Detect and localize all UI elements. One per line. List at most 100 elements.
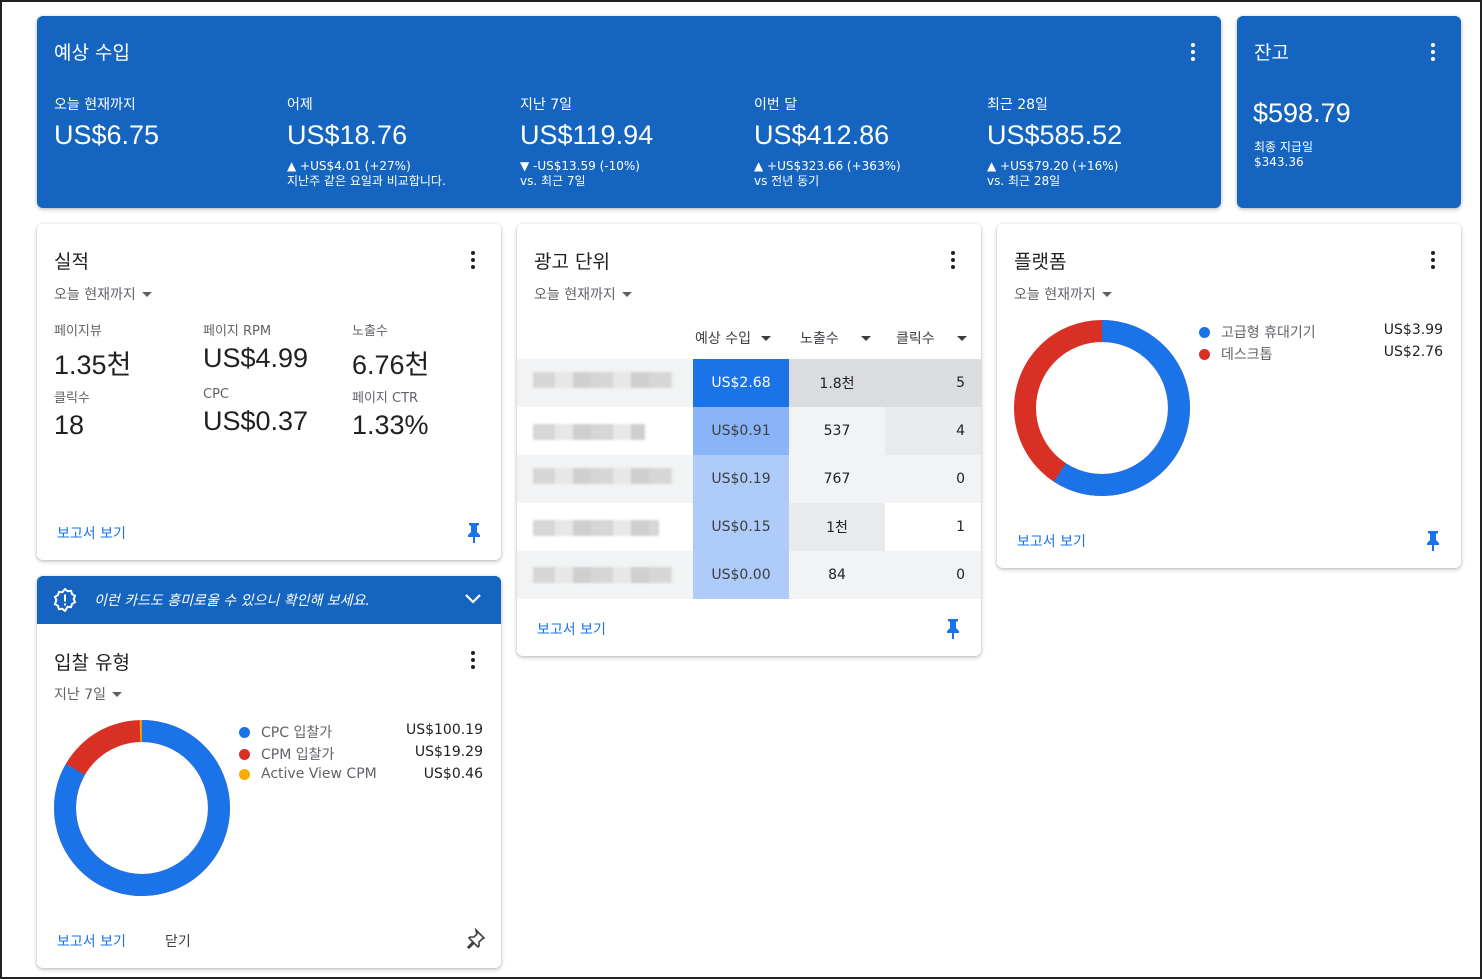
- metric-impressions: 노출수 6.76천: [352, 320, 501, 382]
- metric-label: 노출수: [352, 324, 388, 339]
- bid-type-title: 입찰 유형: [54, 652, 130, 674]
- column-header-label: 예상 수입: [695, 331, 751, 347]
- metric-page-ctr: 페이지 CTR 1.33%: [352, 387, 501, 441]
- earnings-cell: US$0.19: [693, 455, 789, 503]
- legend-item-high-end-mobile: 고급형 휴대기기: [1199, 322, 1316, 342]
- caret-down-icon: [1101, 291, 1112, 297]
- platform-report-link[interactable]: 보고서 보기: [1017, 531, 1086, 551]
- metric-label: 클릭수: [54, 391, 90, 406]
- metric-value: 1.33%: [352, 410, 429, 440]
- metric-value: US$4.99: [203, 343, 309, 373]
- legend-value: US$100.19: [405, 722, 483, 738]
- range-label: 오늘 현재까지: [54, 287, 136, 303]
- metric-cpc: CPC US$0.37: [203, 387, 353, 437]
- legend-dot-blue: [239, 726, 250, 738]
- legend-value: US$3.99: [1383, 322, 1443, 338]
- pin-icon[interactable]: [1425, 530, 1441, 552]
- sort-down-icon: [760, 335, 771, 341]
- ad-units-title: 광고 단위: [534, 251, 610, 273]
- legend-value: US$19.29: [414, 744, 483, 760]
- caret-down-icon: [112, 691, 122, 697]
- earnings-last-7-days: 지난 7일 US$119.94 ▼ -US$13.59 (-10%) vs. 최…: [520, 94, 750, 189]
- column-header-earnings[interactable]: 예상 수입: [695, 328, 771, 348]
- balance-more-icon[interactable]: [1423, 40, 1443, 64]
- metric-label: CPC: [203, 387, 229, 402]
- earnings-yesterday: 어제 US$18.76 ▲ +US$4.01 (+27%) 지난주 같은 요일과…: [287, 94, 517, 189]
- ad-unit-name-redacted: [533, 567, 673, 583]
- pin-outline-icon[interactable]: [464, 928, 486, 950]
- caret-down-icon: [621, 291, 632, 297]
- legend-name: CPC 입찰가: [261, 725, 333, 741]
- pin-icon[interactable]: [945, 618, 961, 640]
- earnings-label: 이번 달: [754, 97, 798, 113]
- metric-label: 페이지 CTR: [352, 391, 419, 406]
- platform-donut-chart: [1014, 320, 1190, 496]
- earnings-label: 오늘 현재까지: [54, 97, 136, 113]
- performance-title: 실적: [54, 251, 89, 273]
- earnings-value: US$585.52: [987, 120, 1123, 150]
- platform-more-icon[interactable]: [1423, 248, 1443, 272]
- earnings-label: 최근 28일: [987, 97, 1048, 113]
- last-payment-label: 최종 지급일: [1254, 140, 1314, 154]
- close-link[interactable]: 닫기: [165, 931, 191, 951]
- column-header-label: 노출수: [800, 331, 839, 347]
- earnings-delta: ▲ +US$79.20 (+16%): [987, 159, 1119, 173]
- earnings-cell: US$0.00: [693, 551, 789, 599]
- bid-type-donut-chart: [54, 720, 230, 896]
- bid-type-range-dropdown[interactable]: 지난 7일: [54, 684, 122, 704]
- metric-label: 페이지 RPM: [203, 324, 272, 339]
- earnings-today: 오늘 현재까지 US$6.75: [54, 94, 284, 151]
- ad-units-more-icon[interactable]: [943, 248, 963, 272]
- balance-card: 잔고 $598.79 최종 지급일 $343.36: [1237, 16, 1461, 208]
- clicks-cell: 4: [885, 407, 981, 455]
- earnings-more-icon[interactable]: [1183, 40, 1203, 64]
- earnings-note: 지난주 같은 요일과 비교합니다.: [287, 174, 446, 188]
- earnings-cell: US$0.91: [693, 407, 789, 455]
- ad-unit-name-redacted: [533, 520, 659, 536]
- earnings-cell: US$2.68: [693, 359, 789, 407]
- metric-value: 18: [54, 410, 85, 440]
- suggestion-banner[interactable]: 이런 카드도 흥미로울 수 있으니 확인해 보세요.: [37, 576, 501, 624]
- metric-label: 페이지뷰: [54, 324, 102, 339]
- earnings-note: vs. 최근 28일: [987, 174, 1061, 188]
- pin-icon[interactable]: [466, 522, 482, 544]
- performance-report-link[interactable]: 보고서 보기: [57, 523, 126, 543]
- column-header-impressions[interactable]: 노출수: [800, 328, 871, 348]
- legend-value: US$0.46: [423, 766, 483, 782]
- clicks-cell: 1: [885, 503, 981, 551]
- earnings-delta: ▼ -US$13.59 (-10%): [520, 159, 640, 173]
- platform-title: 플랫폼: [1014, 251, 1067, 273]
- earnings-value: US$18.76: [287, 120, 408, 150]
- column-header-clicks[interactable]: 클릭수: [896, 328, 967, 348]
- alert-badge-icon: [53, 588, 77, 612]
- legend-item-cpm: CPM 입찰가: [239, 744, 334, 764]
- sort-down-icon: [956, 335, 967, 341]
- ad-units-report-link[interactable]: 보고서 보기: [537, 619, 606, 639]
- balance-title: 잔고: [1254, 42, 1289, 64]
- impressions-cell: 767: [789, 455, 885, 503]
- metric-clicks: 클릭수 18: [54, 387, 204, 441]
- bid-type-card: 이런 카드도 흥미로울 수 있으니 확인해 보세요. 입찰 유형 지난 7일 C…: [37, 576, 501, 968]
- legend-value: US$2.76: [1383, 344, 1443, 360]
- legend-dot-red: [239, 748, 250, 760]
- legend-name: 데스크톱: [1221, 347, 1273, 363]
- legend-item-cpc: CPC 입찰가: [239, 722, 332, 742]
- legend-dot-yellow: [239, 768, 250, 780]
- ad-units-card: 광고 단위 오늘 현재까지 예상 수입 노출수 클릭수 US$2.68 1.8천…: [517, 224, 981, 656]
- bid-type-report-link[interactable]: 보고서 보기: [57, 931, 126, 951]
- impressions-cell: 537: [789, 407, 885, 455]
- ad-units-range-dropdown[interactable]: 오늘 현재까지: [534, 284, 632, 304]
- bid-type-more-icon[interactable]: [463, 648, 483, 672]
- chevron-down-icon[interactable]: [464, 593, 482, 605]
- range-label: 오늘 현재까지: [1014, 287, 1096, 303]
- last-payment-value: $343.36: [1254, 155, 1304, 169]
- legend-item-active-view-cpm: Active View CPM: [239, 766, 377, 782]
- performance-range-dropdown[interactable]: 오늘 현재까지: [54, 284, 152, 304]
- earnings-delta: ▲ +US$4.01 (+27%): [287, 159, 411, 173]
- clicks-cell: 5: [885, 359, 981, 407]
- legend-dot-red: [1199, 348, 1210, 360]
- performance-more-icon[interactable]: [463, 248, 483, 272]
- metric-value: US$0.37: [203, 406, 309, 436]
- metric-pageviews: 페이지뷰 1.35천: [54, 320, 204, 382]
- platform-range-dropdown[interactable]: 오늘 현재까지: [1014, 284, 1112, 304]
